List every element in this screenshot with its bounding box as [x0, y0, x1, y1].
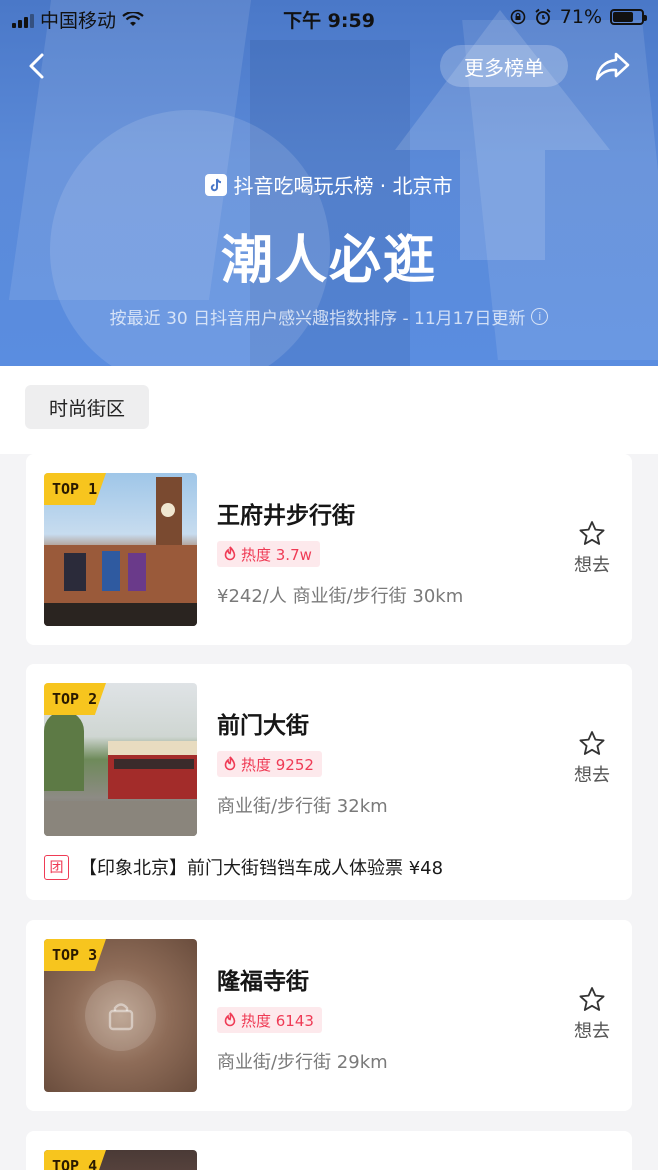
item-thumbnail[interactable]: TOP 1 — [44, 473, 197, 626]
star-icon — [579, 521, 605, 545]
want-to-go-button[interactable]: 想去 — [572, 520, 612, 577]
heat-value: 热度 9252 — [241, 755, 314, 774]
item-name[interactable]: 隆福寺街 — [217, 962, 309, 996]
battery-icon — [610, 9, 647, 25]
alarm-icon — [535, 8, 551, 25]
rank-badge: TOP 4 — [44, 1150, 106, 1170]
star-icon — [579, 987, 605, 1011]
list-item[interactable]: TOP 1 王府井步行街 热度 3.7w ¥242/人 商业街/步行街 30km… — [26, 454, 632, 645]
hero-banner: 中国移动 下午 9:59 71% 更多榜单 抖音吃喝玩乐榜 · 北京市 潮人必逛… — [0, 0, 658, 366]
list-item[interactable]: TOP 2 前门大街 热度 9252 商业街/步行街 32km 想去 团 【印象… — [26, 664, 632, 900]
want-label: 想去 — [574, 555, 610, 576]
item-thumbnail[interactable]: TOP 3 — [44, 939, 197, 1092]
brand-text: 抖音吃喝玩乐榜 · 北京市 — [233, 174, 453, 198]
share-icon[interactable] — [592, 48, 632, 84]
rank-badge: TOP 2 — [44, 683, 106, 715]
list-item[interactable]: TOP 4 — [26, 1131, 632, 1170]
want-label: 想去 — [574, 1021, 610, 1042]
want-to-go-button[interactable]: 想去 — [572, 986, 612, 1043]
group-deal[interactable]: 团 【印象北京】前门大街铛铛车成人体验票 ¥48 — [44, 854, 443, 880]
rank-badge: TOP 3 — [44, 939, 106, 971]
item-meta: 商业街/步行街 32km — [217, 796, 388, 817]
orientation-lock-icon — [510, 9, 526, 25]
list-item[interactable]: TOP 3 隆福寺街 热度 6143 商业街/步行街 29km 想去 — [26, 920, 632, 1111]
subtitle: 按最近 30 日抖音用户感兴趣指数排序 - 11月17日更新 i — [0, 304, 658, 329]
shopping-bag-icon — [85, 980, 156, 1051]
page-title: 潮人必逛 — [220, 231, 437, 291]
status-bar: 中国移动 下午 9:59 71% — [0, 0, 658, 34]
brand-line: 抖音吃喝玩乐榜 · 北京市 — [0, 170, 658, 199]
group-buy-tag: 团 — [44, 854, 69, 880]
filter-bar: 时尚街区 — [0, 366, 658, 454]
douyin-logo-icon — [205, 173, 228, 196]
want-to-go-button[interactable]: 想去 — [572, 730, 612, 787]
want-label: 想去 — [574, 765, 610, 786]
heat-badge: 热度 3.7w — [217, 541, 320, 567]
clock-icon — [161, 503, 175, 517]
fire-icon — [224, 546, 236, 561]
heat-value: 热度 6143 — [241, 1011, 314, 1030]
item-name[interactable]: 王府井步行街 — [217, 496, 355, 530]
battery-percent: 71% — [559, 6, 602, 28]
item-thumbnail[interactable]: TOP 4 — [44, 1150, 197, 1170]
item-meta: 商业街/步行街 29km — [217, 1052, 388, 1073]
fire-icon — [224, 1012, 236, 1027]
info-icon[interactable]: i — [531, 308, 549, 325]
item-meta: ¥242/人 商业街/步行街 30km — [217, 586, 464, 607]
subtitle-text: 按最近 30 日抖音用户感兴趣指数排序 - 11月17日更新 — [109, 309, 526, 329]
deal-text[interactable]: 【印象北京】前门大街铛铛车成人体验票 ¥48 — [79, 854, 443, 880]
content-area: 时尚街区 TOP 1 王府井步行街 热度 3.7w ¥242/人 商业街/步行街… — [0, 366, 658, 1170]
heat-value: 热度 3.7w — [241, 545, 312, 564]
category-chip[interactable]: 时尚街区 — [25, 385, 149, 429]
heat-badge: 热度 9252 — [217, 751, 322, 777]
back-icon[interactable] — [22, 50, 54, 82]
rank-badge: TOP 1 — [44, 473, 106, 505]
more-rankings-button[interactable]: 更多榜单 — [440, 45, 568, 87]
item-thumbnail[interactable]: TOP 2 — [44, 683, 197, 836]
fire-icon — [224, 756, 236, 771]
heat-badge: 热度 6143 — [217, 1007, 322, 1033]
item-name[interactable]: 前门大街 — [217, 706, 309, 740]
star-icon — [579, 731, 605, 755]
